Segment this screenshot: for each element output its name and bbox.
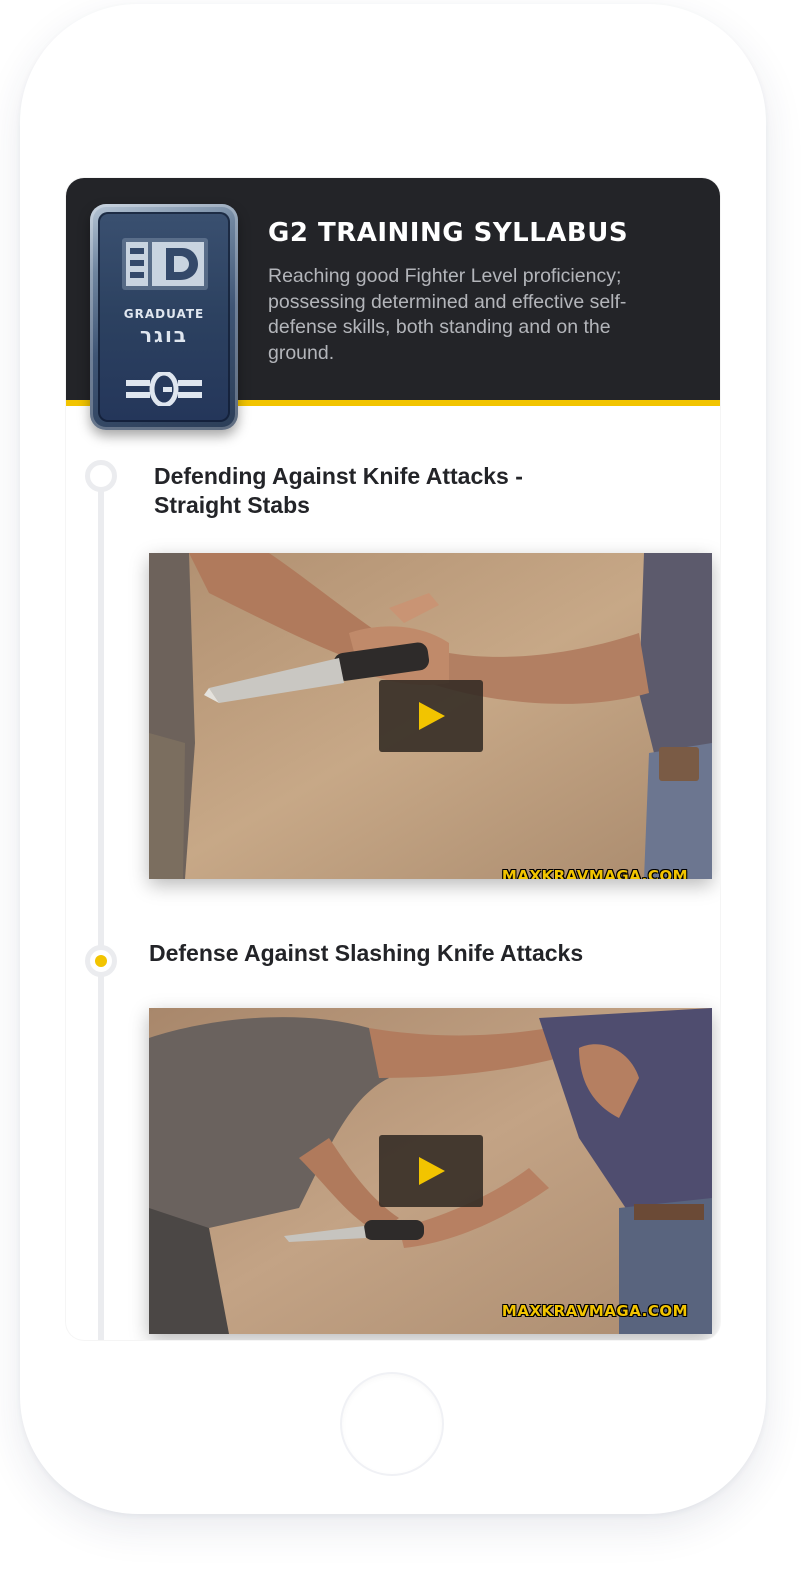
badge-hebrew-label: בוגר: [139, 323, 189, 347]
play-icon: [419, 702, 445, 730]
rank-g-icon: [126, 372, 202, 406]
timeline-track: [98, 478, 104, 1340]
lesson-2-status-dot: [85, 945, 117, 977]
page-title: G2 TRAINING SYLLABUS: [268, 218, 629, 248]
syllabus-description: Reaching good Fighter Level proficiency;…: [268, 265, 627, 364]
play-icon: [419, 1157, 445, 1185]
lesson-2-watermark: MAXKRAVMAGA.COM: [501, 1302, 688, 1320]
badge-graduate-label: GRADUATE: [123, 307, 205, 321]
lesson-2-video[interactable]: MAXKRAVMAGA.COM: [149, 1008, 712, 1334]
lesson-2-play-button[interactable]: [379, 1135, 483, 1207]
app-screen: G2 TRAINING SYLLABUS Reaching good Fight…: [66, 178, 720, 1340]
lesson-1-video[interactable]: MAXKRAVMAGA.COM: [149, 553, 712, 879]
g2-graduate-badge: GRADUATE בוגר: [90, 204, 238, 430]
kmg-logo-icon: [122, 238, 208, 290]
home-button[interactable]: [342, 1374, 442, 1474]
badge-face: GRADUATE בוגר: [98, 212, 230, 422]
lesson-1-status-dot: [85, 460, 117, 492]
lesson-1-watermark: MAXKRAVMAGA.COM: [501, 867, 688, 879]
lesson-1-title[interactable]: Defending Against Knife Attacks - Straig…: [154, 462, 594, 520]
lesson-2-title[interactable]: Defense Against Slashing Knife Attacks: [149, 939, 669, 968]
lesson-1-play-button[interactable]: [379, 680, 483, 752]
